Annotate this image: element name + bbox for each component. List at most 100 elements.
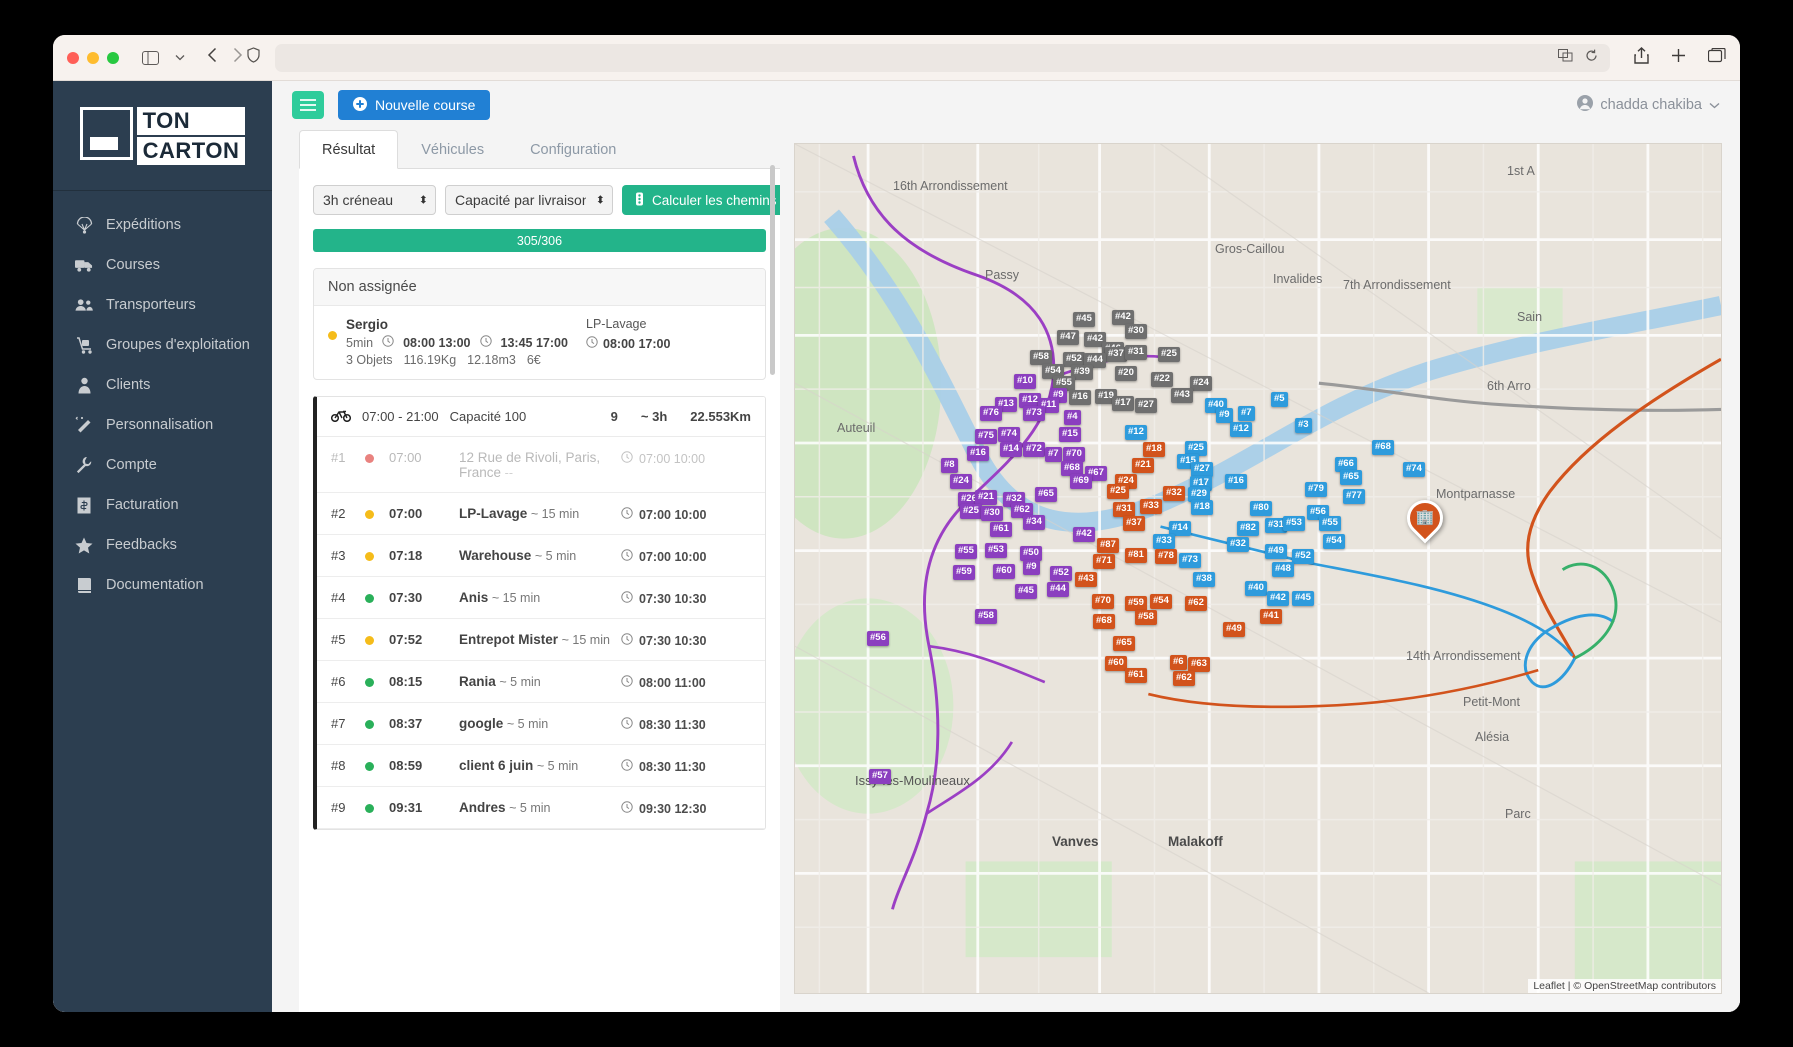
map-marker[interactable]: #4 [1064,410,1081,425]
map-marker[interactable]: #5 [1271,392,1288,407]
new-course-button[interactable]: Nouvelle course [338,90,490,120]
chevron-down-icon[interactable] [167,47,193,69]
minimize-window-button[interactable] [87,52,99,64]
sidebar-item-expeditions[interactable]: Expéditions [53,205,272,245]
map-marker[interactable]: #31 [1113,502,1135,517]
map-marker[interactable]: #50 [1020,546,1042,561]
map-marker[interactable]: #34 [1023,515,1045,530]
window-controls[interactable] [67,52,119,64]
stop-row[interactable]: #9 09:31 Andres ~ 5 min [317,787,765,829]
close-window-button[interactable] [67,52,79,64]
map-marker[interactable]: #54 [1323,534,1345,549]
sidebar-item-compte[interactable]: Compte [53,445,272,485]
map-marker[interactable]: #27 [1135,398,1157,413]
leaflet-link[interactable]: Leaflet [1533,980,1565,992]
tab-configuration[interactable]: Configuration [507,130,639,169]
map-marker[interactable]: #60 [993,564,1015,579]
map-marker[interactable]: #52 [1050,566,1072,581]
map-marker[interactable]: #80 [1250,501,1272,516]
stop-row[interactable]: #5 07:52 Entrepot Mister ~ 15 min [317,619,765,661]
chevron-down-icon[interactable] [1709,97,1720,113]
map-marker[interactable]: #16 [967,446,989,461]
map-marker[interactable]: #65 [1340,470,1362,485]
map-marker[interactable]: #30 [1125,324,1147,339]
map-marker[interactable]: #58 [1030,350,1052,365]
address-bar[interactable] [275,44,1610,72]
map-marker[interactable]: #12 [1230,422,1252,437]
map-marker[interactable]: #16 [1225,474,1247,489]
map-marker[interactable]: #18 [1191,500,1213,515]
map-marker[interactable]: #62 [1173,671,1195,686]
map-marker[interactable]: #45 [1015,584,1037,599]
map-marker[interactable]: #71 [1093,554,1115,569]
map-marker[interactable]: #38 [1193,572,1215,587]
stop-row[interactable]: #1 07:00 12 Rue de Rivoli, Paris, France… [317,437,765,493]
map-marker[interactable]: #55 [955,544,977,559]
map-marker[interactable]: #44 [1047,582,1069,597]
map-marker[interactable]: #43 [1171,388,1193,403]
map-marker[interactable]: #68 [1093,614,1115,629]
sidebar-item-feedbacks[interactable]: Feedbacks [53,525,272,565]
sidebar-item-courses[interactable]: Courses [53,245,272,285]
map-marker[interactable]: #70 [1092,594,1114,609]
map-marker[interactable]: #33 [1153,534,1175,549]
map-marker[interactable]: #41 [1260,609,1282,624]
maximize-window-button[interactable] [107,52,119,64]
map-marker[interactable]: #47 [1057,330,1079,345]
map-marker[interactable]: #25 [1158,347,1180,362]
map-marker[interactable]: #24 [1190,376,1212,391]
map-marker[interactable]: #49 [1223,622,1245,637]
map-marker[interactable]: #59 [1125,596,1147,611]
map-marker[interactable]: #45 [1073,312,1095,327]
calculate-routes-button[interactable]: Calculer les chemins [622,185,780,215]
map-marker[interactable]: #54 [1150,594,1172,609]
map-marker[interactable]: #73 [1179,553,1201,568]
map-marker[interactable]: #9 [1023,560,1040,575]
map-marker[interactable]: #21 [975,490,997,505]
map-marker[interactable]: #37 [1123,516,1145,531]
map-marker[interactable]: #61 [990,522,1012,537]
map-marker[interactable]: #14 [1000,442,1022,457]
tab-vehicules[interactable]: Véhicules [398,130,507,169]
stop-row[interactable]: #3 07:18 Warehouse ~ 5 min [317,535,765,577]
map-marker[interactable]: #78 [1155,549,1177,564]
map-marker[interactable]: #7 [1045,447,1062,462]
map-marker[interactable]: #17 [1112,396,1134,411]
map-marker[interactable]: #74 [1403,462,1425,477]
map-marker[interactable]: #18 [1143,442,1165,457]
map-marker[interactable]: #87 [1097,538,1119,553]
share-icon[interactable] [1634,47,1649,69]
map-marker[interactable]: #75 [975,429,997,444]
map-marker[interactable]: #82 [1237,521,1259,536]
sidebar-item-facturation[interactable]: Facturation [53,485,272,525]
sidebar-item-documentation[interactable]: Documentation [53,565,272,605]
map-marker[interactable]: #25 [1107,484,1129,499]
map-marker[interactable]: #45 [1292,591,1314,606]
stop-row[interactable]: #7 08:37 google ~ 5 min [317,703,765,745]
map-marker[interactable]: #42 [1073,527,1095,542]
map-marker[interactable]: #42 [1267,591,1289,606]
map-marker[interactable]: #20 [1115,366,1137,381]
map-marker[interactable]: #68 [1372,440,1394,455]
time-slot-select[interactable]: 3h créneau [313,185,436,215]
map-marker[interactable]: #59 [953,565,975,580]
panel-scrollbar[interactable] [770,165,775,375]
map-marker[interactable]: #69 [1070,474,1092,489]
map-marker[interactable]: #77 [1343,489,1365,504]
sidebar-item-transporteurs[interactable]: Transporteurs [53,285,272,325]
map-marker[interactable]: #48 [1272,562,1294,577]
map-marker[interactable]: #15 [1059,427,1081,442]
map-marker[interactable]: #9 [1216,408,1233,423]
map-marker[interactable]: #25 [960,504,982,519]
map-marker[interactable]: #53 [1283,516,1305,531]
map-marker[interactable]: #27 [1191,462,1213,477]
map-marker[interactable]: #52 [1292,549,1314,564]
map-marker[interactable]: #81 [1125,548,1147,563]
tab-resultat[interactable]: Résultat [299,130,398,169]
stop-row[interactable]: #6 08:15 Rania ~ 5 min [317,661,765,703]
map-marker[interactable]: #70 [1063,447,1085,462]
reload-icon[interactable] [1585,49,1598,67]
capacity-select[interactable]: Capacité par livraison [445,185,613,215]
map-marker[interactable]: #16 [1069,390,1091,405]
sidebar-item-clients[interactable]: Clients [53,365,272,405]
